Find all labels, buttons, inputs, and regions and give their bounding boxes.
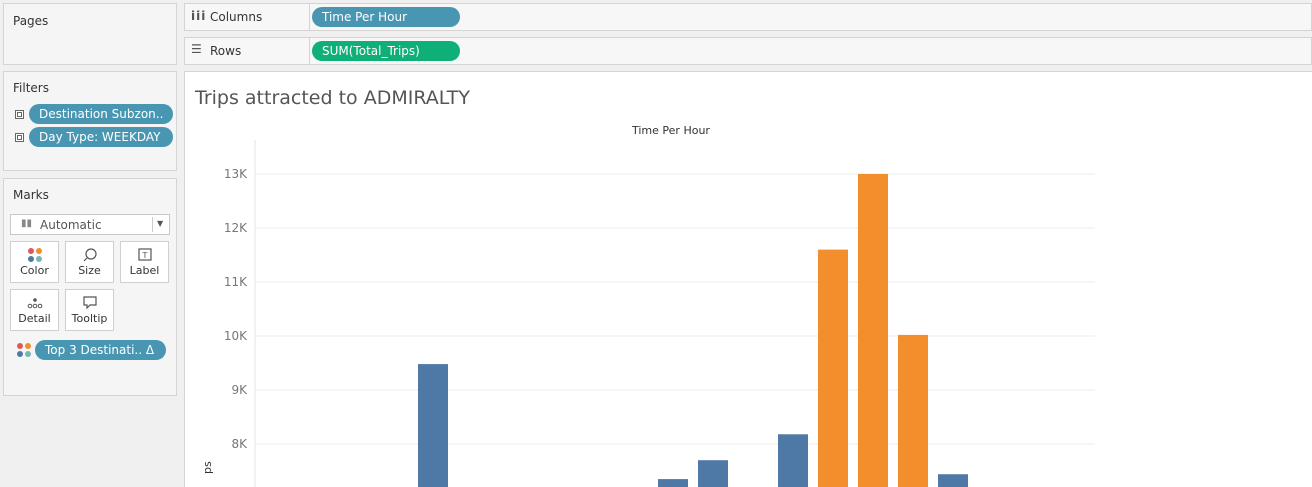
marks-title: Marks — [13, 188, 49, 202]
filter-pill-day-type[interactable]: Day Type: WEEKDAY — [29, 127, 173, 147]
chevron-down-icon: ▼ — [157, 219, 164, 228]
filters-title: Filters — [13, 81, 49, 95]
marks-size-label: Size — [78, 264, 101, 277]
color-icon — [28, 248, 42, 262]
columns-shelf[interactable]: iii Columns Time Per Hour — [184, 3, 1312, 31]
chart-bar[interactable] — [658, 479, 688, 487]
label-icon: T — [138, 248, 152, 261]
rows-label: Rows — [210, 44, 242, 58]
columns-divider — [309, 4, 310, 30]
filter-icon — [15, 110, 24, 119]
mark-type-dropdown[interactable]: ▮▮ Automatic ▼ — [10, 214, 170, 235]
columns-icon: iii — [191, 9, 207, 23]
marks-panel[interactable]: Marks — [3, 178, 177, 396]
rows-icon: ☰ — [191, 42, 202, 56]
bar-chart[interactable]: 8K 9K 10K 11K 12K 13K — [185, 72, 1312, 487]
rows-divider — [309, 38, 310, 64]
tooltip-icon — [83, 296, 97, 310]
pages-panel[interactable]: Pages — [3, 3, 177, 65]
size-icon — [83, 248, 97, 262]
filters-panel[interactable]: Filters Destination Subzon.. Day Type: W… — [3, 71, 177, 171]
detail-icon — [27, 298, 43, 309]
columns-label: Columns — [210, 10, 263, 24]
y-tick-label: 13K — [224, 167, 248, 181]
pages-title: Pages — [13, 14, 49, 28]
marks-label-label: Label — [129, 264, 160, 277]
marks-tooltip-button[interactable]: Tooltip — [65, 289, 114, 331]
y-tick-label: 9K — [231, 383, 248, 397]
rows-shelf[interactable]: ☰ Rows SUM(Total_Trips) — [184, 37, 1312, 65]
marks-detail-button[interactable]: Detail — [10, 289, 59, 331]
filter-pill-destination-subzone[interactable]: Destination Subzon.. — [29, 104, 173, 124]
y-tick-label: 12K — [224, 221, 248, 235]
mark-type-value: Automatic — [40, 218, 102, 232]
y-tick-label: 8K — [231, 437, 248, 451]
filter-icon — [15, 133, 24, 142]
marks-color-label: Color — [20, 264, 49, 277]
chart-bar[interactable] — [938, 474, 968, 487]
marks-detail-label: Detail — [18, 312, 51, 325]
marks-size-button[interactable]: Size — [65, 241, 114, 283]
y-tick-label: 11K — [224, 275, 248, 289]
svg-text:T: T — [142, 251, 148, 260]
color-legend-icon — [17, 343, 31, 357]
viz-area[interactable]: Trips attracted to ADMIRALTY Time Per Ho… — [184, 71, 1312, 487]
marks-label-button[interactable]: T Label — [120, 241, 169, 283]
y-tick-label: 10K — [224, 329, 248, 343]
chart-bar[interactable] — [698, 460, 728, 487]
color-pill-top3-destination[interactable]: Top 3 Destinati.. Δ — [35, 340, 166, 360]
chart-bar[interactable] — [858, 174, 888, 487]
marks-color-button[interactable]: Color — [10, 241, 59, 283]
chart-bar[interactable] — [778, 434, 808, 487]
chart-bar[interactable] — [898, 334, 928, 487]
dropdown-divider — [152, 217, 153, 232]
marks-tooltip-label: Tooltip — [71, 312, 108, 325]
bar-chart-icon: ▮▮ — [21, 218, 33, 229]
columns-pill-time-per-hour[interactable]: Time Per Hour — [312, 7, 460, 27]
chart-bar[interactable] — [418, 364, 448, 487]
rows-pill-sum-total-trips[interactable]: SUM(Total_Trips) — [312, 41, 460, 61]
chart-bar[interactable] — [818, 249, 848, 487]
